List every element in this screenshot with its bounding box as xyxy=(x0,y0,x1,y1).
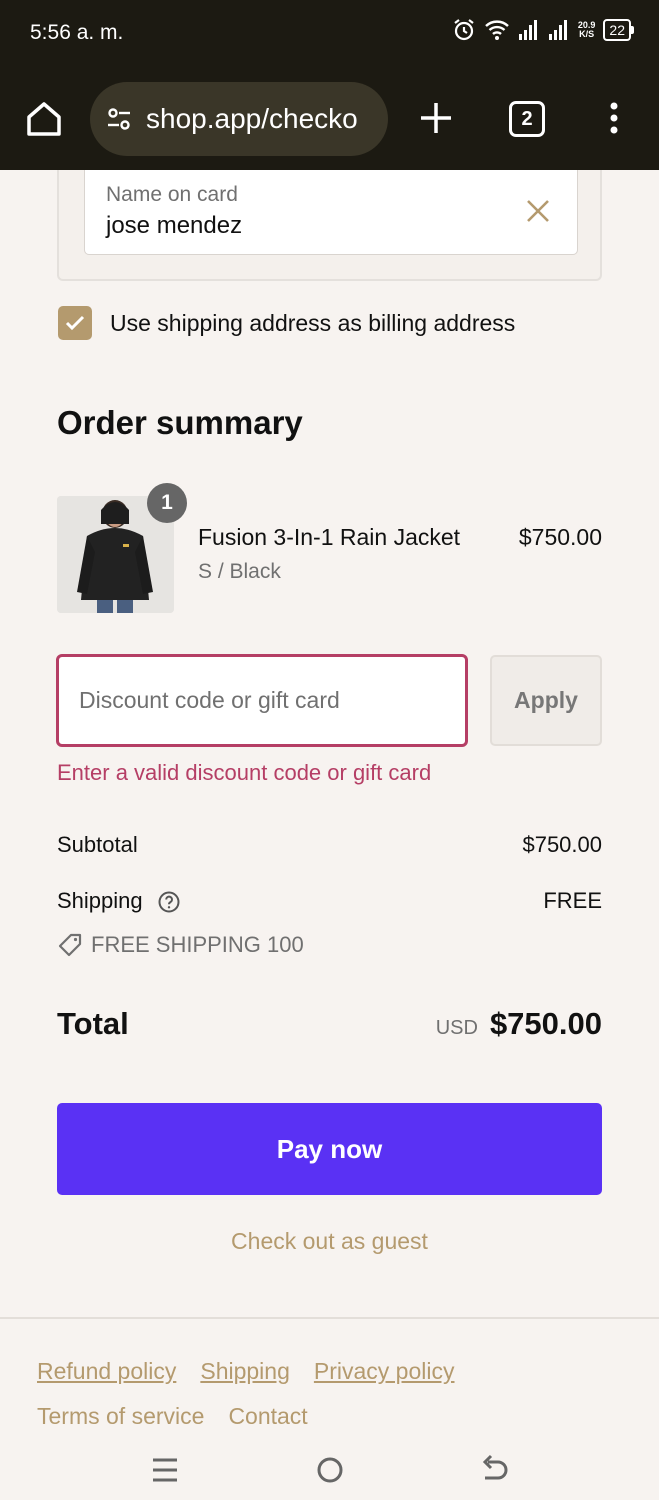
checkout-as-guest-link[interactable]: Check out as guest xyxy=(0,1228,659,1255)
footer-divider xyxy=(0,1317,659,1319)
status-bar: 5:56 a. m. 20.9 K/S 22 xyxy=(0,0,659,70)
back-icon[interactable] xyxy=(475,1450,515,1490)
signal-icon-2 xyxy=(548,20,567,40)
status-icons: 20.9 K/S 22 xyxy=(452,18,634,42)
address-bar[interactable]: shop.app/checko xyxy=(90,82,388,156)
system-nav-bar xyxy=(0,1440,659,1500)
shipping-value: FREE xyxy=(543,888,602,913)
alarm-icon xyxy=(454,19,474,41)
home-icon[interactable] xyxy=(22,97,66,141)
shipping-policy-link[interactable]: Shipping xyxy=(200,1358,290,1385)
payment-card-section: Name on card jose mendez xyxy=(57,170,602,281)
refund-policy-link[interactable]: Refund policy xyxy=(37,1358,176,1385)
order-summary-title: Order summary xyxy=(57,404,303,441)
name-on-card-label: Name on card xyxy=(106,183,238,206)
clear-icon[interactable] xyxy=(525,198,551,224)
promo-applied: FREE SHIPPING 100 xyxy=(57,932,304,958)
tag-icon xyxy=(58,933,82,957)
billing-checkbox[interactable] xyxy=(58,306,92,340)
shipping-label: Shipping xyxy=(57,888,143,913)
pay-now-button[interactable]: Pay now xyxy=(57,1103,602,1195)
privacy-policy-link[interactable]: Privacy policy xyxy=(314,1358,455,1385)
subtotal-label: Subtotal xyxy=(57,832,138,857)
battery-indicator: 22 xyxy=(603,19,634,41)
billing-label: Use shipping address as billing address xyxy=(110,309,516,336)
total-value: USD $750.00 xyxy=(436,1006,602,1042)
promo-code: FREE SHIPPING 100 xyxy=(91,932,304,957)
total-label: Total xyxy=(57,1006,129,1041)
name-on-card-field[interactable]: Name on card jose mendez xyxy=(84,170,578,255)
net-speed: 20.9 K/S xyxy=(577,20,596,39)
more-options-icon[interactable] xyxy=(604,98,624,138)
check-icon xyxy=(65,315,85,331)
terms-of-service-link[interactable]: Terms of service xyxy=(37,1403,204,1430)
site-settings-icon[interactable] xyxy=(104,104,134,134)
billing-address-option[interactable]: Use shipping address as billing address xyxy=(58,306,515,340)
contact-link[interactable]: Contact xyxy=(228,1403,307,1430)
discount-error-message: Enter a valid discount code or gift card xyxy=(57,760,432,785)
tab-switcher-button[interactable]: 2 xyxy=(509,101,545,137)
quantity-badge: 1 xyxy=(147,483,187,523)
discount-code-input[interactable] xyxy=(56,654,468,747)
new-tab-icon[interactable] xyxy=(416,98,456,138)
shipping-row: Shipping xyxy=(57,888,181,914)
url-text[interactable]: shop.app/checko xyxy=(146,103,376,135)
product-price: $750.00 xyxy=(518,524,602,550)
subtotal-value: $750.00 xyxy=(522,832,602,857)
wifi-icon xyxy=(485,20,509,40)
home-nav-icon[interactable] xyxy=(310,1450,350,1490)
currency-code: USD xyxy=(435,1017,478,1039)
signal-icon-1 xyxy=(518,20,537,40)
recent-apps-icon[interactable] xyxy=(145,1450,185,1490)
help-icon[interactable] xyxy=(157,890,181,914)
status-time: 5:56 a. m. xyxy=(30,21,124,44)
total-amount: $750.00 xyxy=(489,1006,602,1041)
apply-discount-button[interactable]: Apply xyxy=(490,655,602,746)
footer-links: Refund policy Shipping Privacy policy Te… xyxy=(37,1358,617,1430)
browser-toolbar: shop.app/checko 2 xyxy=(0,70,659,170)
product-name: Fusion 3-In-1 Rain Jacket xyxy=(198,524,461,550)
product-variant: S / Black xyxy=(198,560,281,583)
name-on-card-value[interactable]: jose mendez xyxy=(106,212,242,240)
